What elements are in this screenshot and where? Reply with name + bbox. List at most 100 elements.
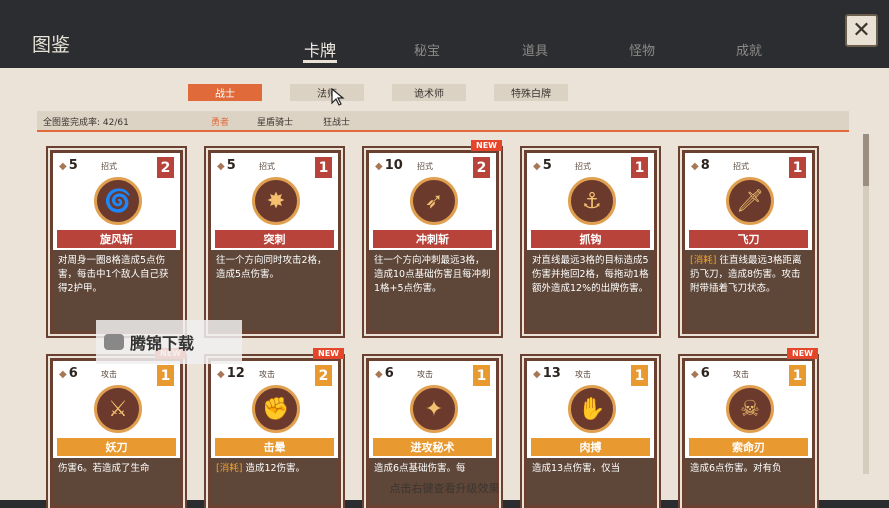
energy-icon: ◆ xyxy=(691,161,699,172)
class-tab-trickster[interactable]: 诡术师 xyxy=(392,84,466,101)
watermark-logo-icon xyxy=(104,334,124,350)
card-art-icon: ✸ xyxy=(252,177,300,225)
card-art-icon: 🗡 xyxy=(726,177,774,225)
sub-tab-hero[interactable]: 勇者 xyxy=(211,115,229,128)
card-type: 攻击 xyxy=(575,370,591,379)
card-art-icon: ➶ xyxy=(410,177,458,225)
new-badge: NEW xyxy=(313,348,344,359)
card[interactable]: ◆ 8 招式 1 🗡 飞刀 [消耗] 往直线最远3格距离扔飞刀，造成8伤害。攻击附带插着飞刀… xyxy=(682,150,815,334)
card-description: 对直线最远3格的目标造成5伤害并拖回2格，每拖动1格额外造成12%的出牌伤害。 xyxy=(527,250,654,331)
card-level: 2 xyxy=(315,365,332,386)
scrollbar[interactable] xyxy=(863,134,869,474)
card-description: 往一个方向同时攻击2格，造成5点伤害。 xyxy=(211,250,338,331)
card-type: 攻击 xyxy=(417,370,433,379)
card-art-icon: ✦ xyxy=(410,385,458,433)
card[interactable]: ◆ 5 招式 2 🌀 旋风斩 对周身一圈8格造成5点伤害，每击中1个敌人自己获得2护甲。 xyxy=(50,150,183,334)
tab-achievements[interactable]: 成就 xyxy=(736,40,762,59)
card-cost: ◆ 8 xyxy=(691,158,710,173)
card-art-icon: ⚔ xyxy=(94,385,142,433)
active-tab-underline xyxy=(303,60,337,63)
top-bar: 图鉴 卡牌 秘宝 道具 怪物 成就 ✕ xyxy=(0,0,889,68)
card-art-icon: 🌀 xyxy=(94,177,142,225)
tab-monsters[interactable]: 怪物 xyxy=(629,40,655,59)
hint-text: 点击右键查看升级效果 xyxy=(389,482,500,495)
card-cost: ◆ 6 xyxy=(375,366,394,381)
card-cost: ◆ 5 xyxy=(533,158,552,173)
card-level: 2 xyxy=(473,157,490,178)
card-name: 冲刺斩 xyxy=(373,230,492,248)
class-tab-warrior[interactable]: 战士 xyxy=(188,84,262,101)
sub-tab-berserker[interactable]: 狂战士 xyxy=(323,115,350,128)
card-level: 1 xyxy=(789,365,806,386)
card[interactable]: ◆ 10 招式 2 ➶ 冲刺斩 往一个方向冲刺最远3格，造成10点基础伤害且每冲刺1格+5… xyxy=(366,140,502,334)
card-level: 1 xyxy=(473,365,490,386)
energy-icon: ◆ xyxy=(691,369,699,380)
card-type: 攻击 xyxy=(259,370,275,379)
tab-items[interactable]: 道具 xyxy=(522,40,548,59)
card[interactable]: ◆ 5 招式 1 ✸ 突刺 往一个方向同时攻击2格，造成5点伤害。 xyxy=(208,150,341,334)
card-name: 击晕 xyxy=(215,438,334,456)
card-name: 突刺 xyxy=(215,230,334,248)
card-type: 攻击 xyxy=(101,370,117,379)
energy-icon: ◆ xyxy=(217,161,225,172)
card-type: 招式 xyxy=(733,162,749,171)
card-level: 2 xyxy=(157,157,174,178)
tab-cards[interactable]: 卡牌 xyxy=(304,37,336,61)
class-tab-mage[interactable]: 法师 xyxy=(290,84,364,101)
card[interactable]: ◆ 5 招式 1 ⚓ 抓钩 对直线最远3格的目标造成5伤害并拖回2格，每拖动1格额外造成1… xyxy=(524,150,657,334)
card-art-icon: ✋ xyxy=(568,385,616,433)
card-type: 招式 xyxy=(259,162,275,171)
card-name: 进攻秘术 xyxy=(373,438,492,456)
card-cost: ◆ 5 xyxy=(59,158,78,173)
card-art-icon: ⚓ xyxy=(568,177,616,225)
close-button[interactable]: ✕ xyxy=(845,14,878,47)
card-name: 索命刃 xyxy=(689,438,808,456)
card-name: 肉搏 xyxy=(531,438,650,456)
mouse-cursor-icon xyxy=(331,88,345,106)
energy-icon: ◆ xyxy=(59,369,67,380)
energy-icon: ◆ xyxy=(375,161,383,172)
new-badge: NEW xyxy=(471,140,502,151)
card-type: 招式 xyxy=(101,162,117,171)
tab-treasures[interactable]: 秘宝 xyxy=(414,40,440,59)
energy-icon: ◆ xyxy=(59,161,67,172)
watermark: 腾锦下载 xyxy=(96,320,242,364)
card-art-icon: ☠ xyxy=(726,385,774,433)
energy-icon: ◆ xyxy=(217,369,225,380)
card-type: 招式 xyxy=(575,162,591,171)
card-level: 1 xyxy=(789,157,806,178)
card-cost: ◆ 6 xyxy=(59,366,78,381)
card-name: 飞刀 xyxy=(689,230,808,248)
new-badge: NEW xyxy=(787,348,818,359)
class-tab-special[interactable]: 特殊白牌 xyxy=(494,84,568,101)
card-level: 1 xyxy=(157,365,174,386)
card-cost: ◆ 12 xyxy=(217,366,245,381)
card-type: 招式 xyxy=(417,162,433,171)
close-icon: ✕ xyxy=(852,18,871,43)
card-level: 1 xyxy=(631,157,648,178)
collection-panel: 战士 法师 诡术师 特殊白牌 全图鉴完成率: 42/61 勇者 星盾骑士 狂战士… xyxy=(0,68,889,508)
card-cost: ◆ 10 xyxy=(375,158,403,173)
energy-icon: ◆ xyxy=(533,161,541,172)
card-tag: [消耗] xyxy=(216,463,243,474)
card-tag: [消耗] xyxy=(690,255,717,266)
card-cost: ◆ 13 xyxy=(533,366,561,381)
energy-icon: ◆ xyxy=(533,369,541,380)
completion-rate: 全图鉴完成率: 42/61 xyxy=(43,118,129,128)
card-description: 对周身一圈8格造成5点伤害，每击中1个敌人自己获得2护甲。 xyxy=(53,250,180,331)
energy-icon: ◆ xyxy=(375,369,383,380)
sub-tab-star-shield-knight[interactable]: 星盾骑士 xyxy=(257,115,293,128)
card-level: 1 xyxy=(315,157,332,178)
card-level: 1 xyxy=(631,365,648,386)
card-cost: ◆ 6 xyxy=(691,366,710,381)
card-art-icon: ✊ xyxy=(252,385,300,433)
scrollbar-thumb[interactable] xyxy=(863,134,869,186)
card-name: 旋风斩 xyxy=(57,230,176,248)
card-type: 攻击 xyxy=(733,370,749,379)
card-name: 抓钩 xyxy=(531,230,650,248)
card-cost: ◆ 5 xyxy=(217,158,236,173)
card-description: 往一个方向冲刺最远3格，造成10点基础伤害且每冲刺1格+5点伤害。 xyxy=(369,250,496,331)
card-description: [消耗] 往直线最远3格距离扔飞刀，造成8伤害。攻击附带插着飞刀状态。 xyxy=(685,250,812,331)
sub-class-bar: 全图鉴完成率: 42/61 勇者 星盾骑士 狂战士 xyxy=(37,111,849,132)
card-name: 妖刀 xyxy=(57,438,176,456)
